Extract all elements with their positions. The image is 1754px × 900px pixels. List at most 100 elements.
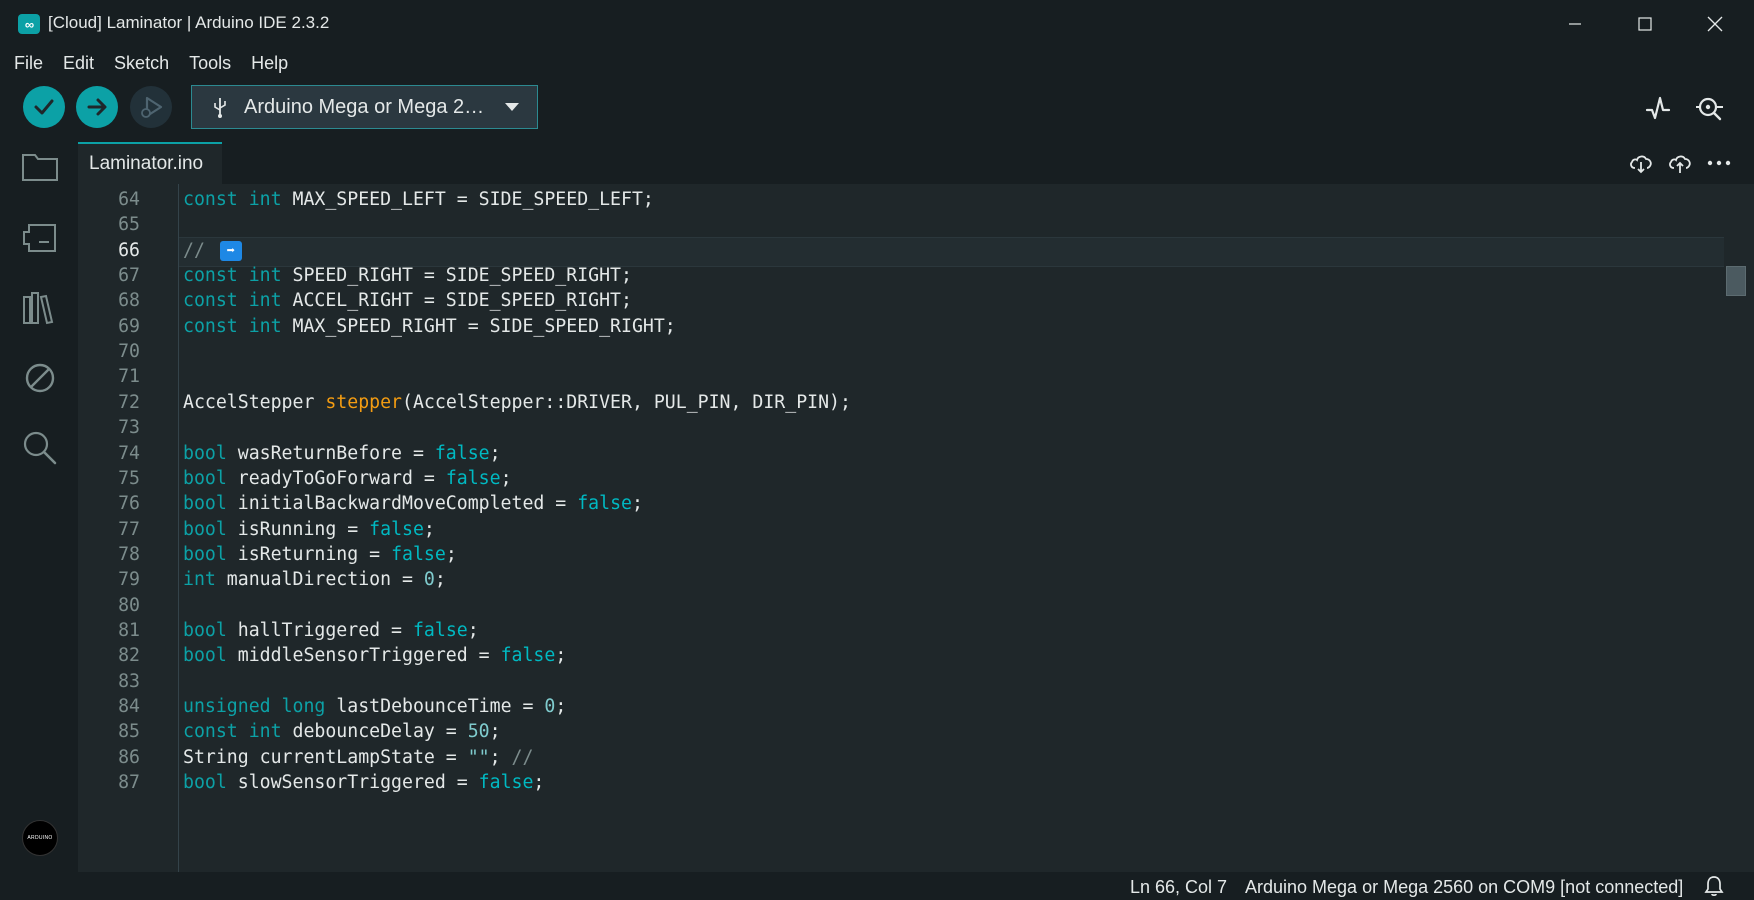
code-area[interactable]: const int MAX_SPEED_LEFT = SIDE_SPEED_LE… [178,184,1724,872]
serial-monitor-button[interactable] [1692,90,1728,126]
avatar[interactable]: ARDUINO [22,820,58,856]
menu-sketch[interactable]: Sketch [114,53,169,74]
serial-plotter-button[interactable] [1640,90,1676,126]
code-token: ; [500,467,512,489]
code-token: middleSensorTriggered = [226,645,501,667]
line-number: 70 [118,341,140,363]
code-token: bool [183,442,227,464]
board-selector[interactable]: Arduino Mega or Mega 2… [191,85,538,129]
debug-icon [141,96,163,118]
scrollbar-thumb[interactable] [1726,266,1746,296]
maximize-button[interactable] [1610,0,1680,48]
cursor-position[interactable]: Ln 66, Col 7 [1130,877,1227,898]
menu-help[interactable]: Help [251,53,288,74]
folder-icon [22,154,58,181]
code-token: ; [555,696,567,717]
line-number: 86 [118,746,140,768]
editor-scrollbar[interactable] [1724,184,1746,872]
code-token: hallTriggered = [226,619,413,641]
debug-button[interactable] [130,86,172,128]
line-number: 73 [118,417,140,439]
serial-plotter-icon [1645,96,1671,120]
tab-laminator-ino[interactable]: Laminator.ino [78,142,222,184]
menu-tools[interactable]: Tools [189,53,231,74]
code-token: ; [489,442,501,464]
code-token: const [183,290,238,312]
search-button[interactable] [18,426,62,470]
code-token: 50 [467,721,490,743]
serial-monitor-icon [1696,97,1723,121]
code-token: bool [183,645,227,667]
activity-sidebar: ARDUINO [0,136,78,872]
window-title: [Cloud] Laminator | Arduino IDE 2.3.2 [48,13,330,32]
code-token: bool [183,467,227,489]
notifications-button[interactable] [1702,875,1726,897]
code-token: wasReturnBefore = [226,442,435,464]
code-token: false [500,645,556,667]
code-token: unsigned [183,696,271,717]
code-token: false [478,772,534,794]
line-number: 78 [118,543,140,565]
verify-button[interactable] [23,86,65,128]
code-token: MAX_SPEED_LEFT = SIDE_SPEED_LEFT; [281,189,654,210]
more-actions-button[interactable] [1706,150,1732,176]
debug-panel-button[interactable] [18,356,62,400]
code-token: ; [467,619,479,641]
code-token: ; [555,645,567,667]
code-token: manualDirection = [215,569,424,591]
code-token: false [445,467,501,489]
code-token: // [511,746,534,768]
line-number: 64 [118,189,140,210]
close-button[interactable] [1680,0,1750,48]
code-token: bool [183,543,227,565]
line-number: 75 [118,467,140,489]
upload-button[interactable] [76,86,118,128]
line-number: 87 [118,772,140,794]
code-editor[interactable]: 64 65 66 67 68 69 70 71 72 73 74 75 76 77 78 79 80 81 82 83… [78,184,1754,872]
line-number: 74 [118,442,140,464]
line-number: 68 [118,290,140,312]
menu-edit[interactable]: Edit [63,53,94,74]
board-selector-label: Arduino Mega or Mega 2… [244,95,485,118]
menu-file[interactable]: File [14,53,43,74]
code-token: ; [533,772,545,794]
code-token: int [248,290,282,312]
line-number-gutter: 64 65 66 67 68 69 70 71 72 73 74 75 76 77 78 79 80 81 82 83… [78,184,178,872]
library-manager-button[interactable] [18,286,62,330]
code-token: String currentLampState = [183,746,468,768]
code-token: int [248,315,282,337]
code-token: ACCEL_RIGHT = SIDE_SPEED_RIGHT; [281,290,632,312]
code-token: const [183,265,238,287]
code-token: const [183,189,238,210]
code-token: ; [434,569,446,591]
code-token: ; [489,721,501,743]
line-number: 65 [118,214,140,236]
code-token: int [248,265,282,287]
push-sketch-button[interactable] [1667,150,1693,176]
pull-sketch-button[interactable] [1628,150,1654,176]
code-token: int [248,721,282,743]
minimize-button[interactable] [1540,0,1610,48]
editor-tab-bar: Laminator.ino [78,136,1754,184]
line-number: 85 [118,721,140,743]
code-token: bool [183,772,227,794]
line-number: 81 [118,619,140,641]
line-number: 72 [118,391,140,413]
code-token: lastDebounceTime = [325,696,545,717]
status-board-info[interactable]: Arduino Mega or Mega 2560 on COM9 [not c… [1245,877,1683,898]
line-number: 67 [118,265,140,287]
line-number: 77 [118,518,140,540]
line-number: 79 [118,569,140,591]
line-number: 76 [118,493,140,515]
code-token: int [183,569,216,591]
code-token: AccelStepper [183,391,326,413]
sketchbook-button[interactable] [18,144,62,188]
check-icon [34,99,54,115]
code-token: bool [183,518,227,540]
code-token: false [434,442,490,464]
boards-manager-button[interactable] [18,216,62,260]
